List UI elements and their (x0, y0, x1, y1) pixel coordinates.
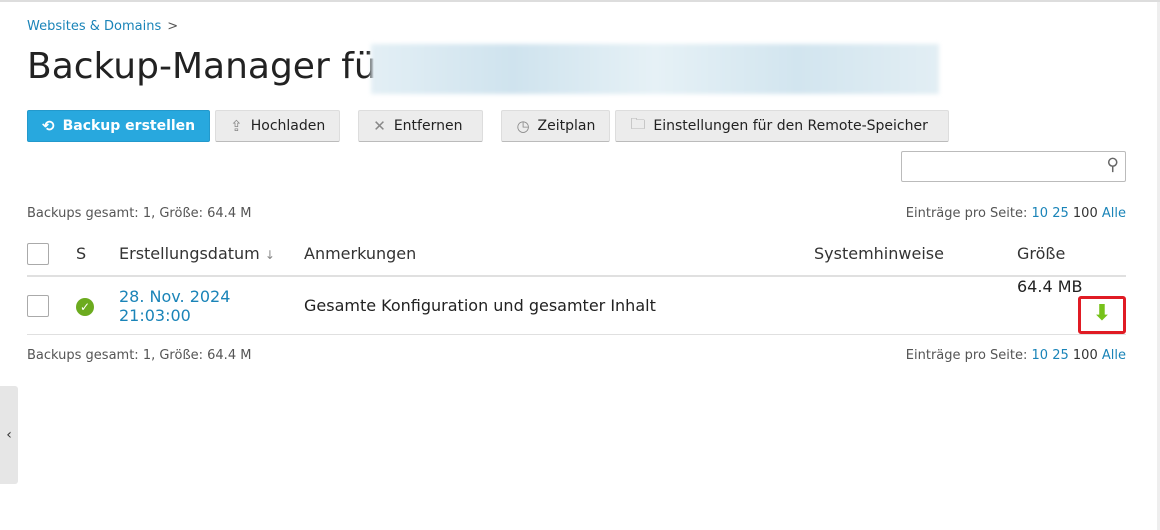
per-page-all[interactable]: Alle (1102, 206, 1126, 221)
backup-date-link[interactable]: 28. Nov. 2024 21:03:00 (119, 287, 230, 325)
per-page-10[interactable]: 10 (1032, 348, 1049, 363)
search-input[interactable]: ⚲ (901, 151, 1126, 182)
backups-table: S Erstellungsdatum ↓ Anmerkungen Systemh… (27, 232, 1126, 335)
per-page-top: Einträge pro Seite: 10 25 100 Alle (905, 206, 1126, 221)
col-date[interactable]: Erstellungsdatum ↓ (119, 232, 304, 277)
remote-storage-settings-button[interactable]: 🗀 Einstellungen für den Remote-Speicher (615, 110, 949, 142)
chevron-left-icon: ‹ (6, 427, 12, 443)
per-page-100[interactable]: 100 (1073, 348, 1098, 363)
backup-system-notes (814, 276, 1017, 335)
schedule-button[interactable]: ◷ Zeitplan (501, 110, 611, 142)
per-page-bottom: Einträge pro Seite: 10 25 100 Alle (905, 348, 1126, 363)
clock-icon: ◷ (516, 117, 530, 135)
col-size: Größe (1017, 232, 1126, 277)
chevron-right-icon: > (167, 19, 179, 34)
col-status: S (67, 232, 119, 277)
backup-size: 64.4 MB (1017, 277, 1083, 296)
select-all-checkbox[interactable] (27, 242, 49, 265)
status-ok-icon: ✓ (76, 297, 94, 316)
table-row: ✓ 28. Nov. 2024 21:03:00 Gesamte Konfigu… (27, 276, 1126, 335)
summary-bottom: Backups gesamt: 1, Größe: 64.4 M (27, 348, 252, 363)
create-backup-button[interactable]: ⟲ Backup erstellen (27, 110, 211, 142)
toolbar: ⟲ Backup erstellen ⇪ Hochladen ✕ Entfernen … (27, 110, 954, 142)
remove-button[interactable]: ✕ Entfernen (358, 110, 484, 142)
col-notes: Anmerkungen (304, 232, 814, 277)
per-page-25[interactable]: 25 (1052, 348, 1069, 363)
search-icon[interactable]: ⚲ (1107, 155, 1119, 175)
per-page-all[interactable]: Alle (1102, 348, 1126, 363)
sidebar-collapse-toggle[interactable]: ‹ (0, 386, 18, 484)
row-checkbox[interactable] (27, 294, 49, 317)
backup-notes: Gesamte Konfiguration und gesamter Inhal… (304, 276, 814, 335)
sort-down-icon: ↓ (264, 248, 275, 262)
download-icon[interactable]: ⬇ (1078, 296, 1126, 334)
per-page-100[interactable]: 100 (1073, 206, 1098, 221)
summary-top: Backups gesamt: 1, Größe: 64.4 M (27, 206, 252, 221)
page-title: Backup-Manager für (27, 46, 392, 87)
breadcrumb-websites-domains[interactable]: Websites & Domains (27, 19, 161, 34)
upload-icon: ⇪ (230, 117, 243, 135)
redacted-domain (371, 44, 939, 94)
upload-button[interactable]: ⇪ Hochladen (215, 110, 341, 142)
close-icon: ✕ (373, 117, 386, 135)
breadcrumb: Websites & Domains > (27, 19, 178, 34)
folder-icon: 🗀 (630, 114, 646, 133)
per-page-10[interactable]: 10 (1032, 206, 1049, 221)
col-system-notes: Systemhinweise (814, 232, 1017, 277)
backup-icon: ⟲ (42, 117, 55, 135)
per-page-25[interactable]: 25 (1052, 206, 1069, 221)
